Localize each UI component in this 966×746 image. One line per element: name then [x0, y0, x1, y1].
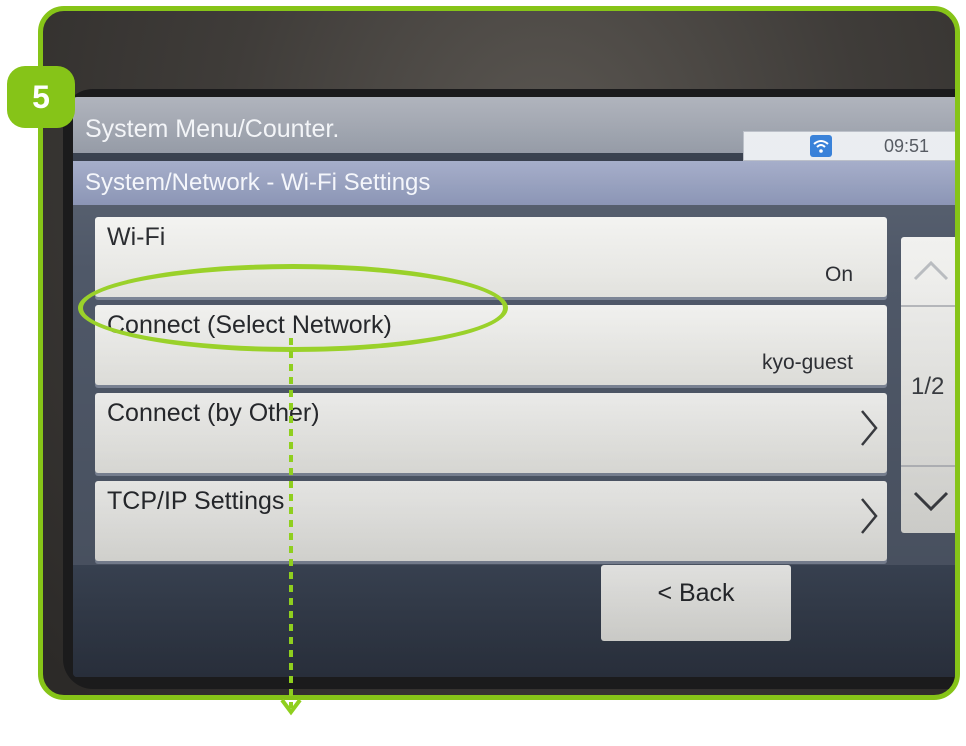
- header-title: System Menu/Counter.: [85, 115, 340, 143]
- status-bar: 09:51: [743, 131, 955, 161]
- device-screen: System Menu/Counter. 09:51 System/Networ…: [73, 97, 955, 677]
- page-scroller: 1/2: [901, 237, 955, 535]
- row-connect-by-other[interactable]: Connect (by Other): [95, 393, 887, 473]
- back-button-label: < Back: [657, 579, 735, 607]
- back-button[interactable]: < Back: [601, 565, 791, 641]
- chevron-right-icon: [861, 498, 878, 534]
- screen-header: System Menu/Counter. 09:51: [73, 97, 955, 161]
- dotted-arrow-down-icon: [280, 338, 302, 716]
- row-value: On: [824, 263, 853, 286]
- page-down-button[interactable]: [901, 465, 955, 535]
- row-tcp-ip-settings[interactable]: TCP/IP Settings: [95, 481, 887, 561]
- step-number-badge: 5: [7, 66, 75, 128]
- page-up-button[interactable]: [901, 237, 955, 307]
- wifi-icon: [810, 135, 832, 157]
- chevron-up-icon: [913, 260, 949, 281]
- row-label: Wi-Fi: [107, 223, 166, 251]
- chevron-right-icon: [861, 410, 878, 446]
- bottom-bar: < Back: [73, 565, 955, 677]
- photo-frame: System Menu/Counter. 09:51 System/Networ…: [38, 6, 960, 700]
- settings-list: Wi-Fi On Connect (Select Network) kyo-gu…: [73, 205, 955, 565]
- row-value: kyo-guest: [761, 351, 853, 374]
- subheader-title: System/Network - Wi-Fi Settings: [85, 169, 431, 196]
- page-indicator: 1/2: [911, 373, 945, 400]
- clock-time: 09:51: [884, 136, 930, 156]
- screen-subheader: System/Network - Wi-Fi Settings: [73, 161, 955, 205]
- chevron-down-icon: [913, 491, 949, 512]
- row-label: TCP/IP Settings: [107, 487, 285, 515]
